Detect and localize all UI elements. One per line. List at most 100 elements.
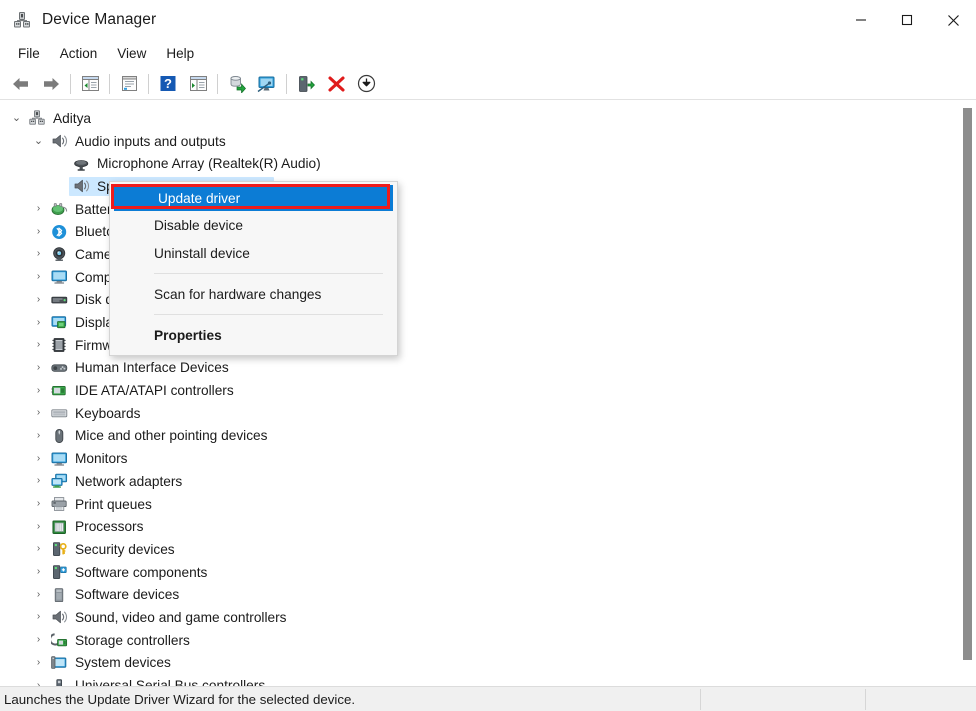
chevron-right-icon[interactable]: › <box>30 589 47 600</box>
chevron-right-icon[interactable]: › <box>30 544 47 554</box>
chevron-right-icon[interactable]: › <box>30 521 47 532</box>
tree-row[interactable]: › System devices <box>0 652 950 675</box>
tree-row-content[interactable]: System devices <box>47 653 174 672</box>
enable-device-icon[interactable] <box>291 70 321 98</box>
context-menu-separator <box>154 273 383 274</box>
tree-row-content[interactable]: Human Interface Devices <box>47 358 232 377</box>
vertical-scrollbar[interactable] <box>959 100 976 686</box>
tree-row[interactable]: › Universal Serial Bus controllers <box>0 674 950 686</box>
chevron-down-icon[interactable]: ⌄ <box>30 135 47 147</box>
tree-row-content[interactable]: Network adapters <box>47 472 185 491</box>
chevron-right-icon[interactable]: › <box>30 635 47 645</box>
tree-row-content[interactable]: Universal Serial Bus controllers <box>47 676 268 686</box>
battery-icon <box>50 201 69 218</box>
context-menu-item[interactable]: Scan for hardware changes <box>110 280 397 308</box>
menu-file[interactable]: File <box>8 43 50 64</box>
usb-icon <box>50 677 69 686</box>
forward-arrow-icon[interactable] <box>36 70 66 98</box>
display-adapter-icon <box>50 314 69 331</box>
help-icon[interactable]: ? <box>153 70 183 98</box>
tree-row[interactable]: › Sound, video and game controllers <box>0 606 950 629</box>
tree-row-content[interactable]: Software devices <box>47 585 182 604</box>
firmware-icon <box>50 337 69 354</box>
system-device-icon <box>50 654 69 671</box>
tree-row[interactable]: › Monitors <box>0 447 950 470</box>
tree-row-content[interactable]: Keyboards <box>47 404 143 423</box>
show-hide-console-tree-icon[interactable] <box>75 70 105 98</box>
chevron-right-icon[interactable]: › <box>30 612 47 622</box>
tree-row-content[interactable]: Aditya <box>25 109 94 128</box>
tree-row[interactable]: › Software components <box>0 561 950 584</box>
tree-row-content[interactable]: Sound, video and game controllers <box>47 608 290 627</box>
uninstall-device-icon[interactable] <box>321 70 351 98</box>
tree-row-content[interactable]: Processors <box>47 517 146 536</box>
chevron-right-icon[interactable]: › <box>30 385 47 396</box>
chevron-right-icon[interactable]: › <box>30 430 47 441</box>
tree-row-content[interactable]: Mice and other pointing devices <box>47 426 271 445</box>
chevron-right-icon[interactable]: › <box>30 476 47 486</box>
context-menu-item[interactable]: Update driver <box>114 185 393 211</box>
storage-controller-icon <box>50 632 69 649</box>
context-menu-separator <box>154 314 383 315</box>
device-manager-icon <box>12 10 32 30</box>
chevron-right-icon[interactable]: › <box>30 204 47 214</box>
chevron-right-icon[interactable]: › <box>30 453 47 464</box>
tree-row-content[interactable]: Storage controllers <box>47 631 193 650</box>
tree-row-label: Processors <box>75 519 144 535</box>
tree-row[interactable]: ⌄ Audio inputs and outputs <box>0 130 950 153</box>
action-pane-icon[interactable] <box>183 70 213 98</box>
menu-view[interactable]: View <box>107 43 156 64</box>
download-icon[interactable] <box>351 70 381 98</box>
tree-row-content[interactable]: Audio inputs and outputs <box>47 132 229 151</box>
chevron-right-icon[interactable]: › <box>30 408 47 418</box>
menu-action[interactable]: Action <box>50 43 108 64</box>
maximize-button[interactable] <box>884 0 930 40</box>
properties-icon[interactable] <box>114 70 144 98</box>
tree-row-content[interactable]: Security devices <box>47 540 178 559</box>
chevron-right-icon[interactable]: › <box>30 226 47 237</box>
scan-hardware-changes-icon[interactable] <box>252 70 282 98</box>
tree-row[interactable]: › Software devices <box>0 583 950 606</box>
chevron-down-icon[interactable]: ⌄ <box>8 112 25 124</box>
chevron-right-icon[interactable]: › <box>30 340 47 350</box>
menu-help[interactable]: Help <box>156 43 204 64</box>
chevron-right-icon[interactable]: › <box>30 272 47 282</box>
tree-row-content[interactable]: Print queues <box>47 495 155 514</box>
tree-row[interactable]: › Network adapters <box>0 470 950 493</box>
tree-row-content[interactable]: IDE ATA/ATAPI controllers <box>47 381 237 400</box>
back-arrow-icon[interactable] <box>6 70 36 98</box>
tree-row[interactable]: Microphone Array (Realtek(R) Audio) <box>0 152 950 175</box>
chevron-right-icon[interactable]: › <box>30 567 47 577</box>
context-menu-item[interactable]: Disable device <box>110 211 397 239</box>
chevron-right-icon[interactable]: › <box>30 249 47 259</box>
tree-row-label: Human Interface Devices <box>75 360 229 376</box>
tree-row[interactable]: › Security devices <box>0 538 950 561</box>
tree-row-content[interactable]: Software components <box>47 563 210 582</box>
chevron-right-icon[interactable]: › <box>30 657 47 668</box>
tree-row-label: Storage controllers <box>75 632 190 648</box>
tree-row[interactable]: › Print queues <box>0 493 950 516</box>
chevron-right-icon[interactable]: › <box>30 499 47 509</box>
context-menu-item[interactable]: Uninstall device <box>110 239 397 267</box>
chevron-right-icon[interactable]: › <box>30 294 47 305</box>
tree-row[interactable]: ⌄ Aditya <box>0 107 950 130</box>
tree-row[interactable]: › Human Interface Devices <box>0 357 950 380</box>
toolbar-separator <box>286 73 287 94</box>
chevron-right-icon[interactable]: › <box>30 317 47 328</box>
tree-row[interactable]: › Storage controllers <box>0 629 950 652</box>
context-menu[interactable]: Update driver Disable device Uninstall dev… <box>109 181 398 356</box>
tree-row[interactable]: › IDE ATA/ATAPI controllers <box>0 379 950 402</box>
scrollbar-thumb[interactable] <box>963 108 972 660</box>
chevron-right-icon[interactable]: › <box>30 362 47 373</box>
tree-row[interactable]: › Processors <box>0 515 950 538</box>
tree-row-content[interactable]: Monitors <box>47 449 130 468</box>
window-controls <box>838 0 976 40</box>
tree-row[interactable]: › Mice and other pointing devices <box>0 425 950 448</box>
tree-row[interactable]: › Keyboards <box>0 402 950 425</box>
close-button[interactable] <box>930 0 976 40</box>
update-driver-icon[interactable] <box>222 70 252 98</box>
tree-row-content[interactable]: Microphone Array (Realtek(R) Audio) <box>69 154 324 173</box>
monitor-icon <box>50 450 69 467</box>
context-menu-item[interactable]: Properties <box>110 321 397 349</box>
minimize-button[interactable] <box>838 0 884 40</box>
